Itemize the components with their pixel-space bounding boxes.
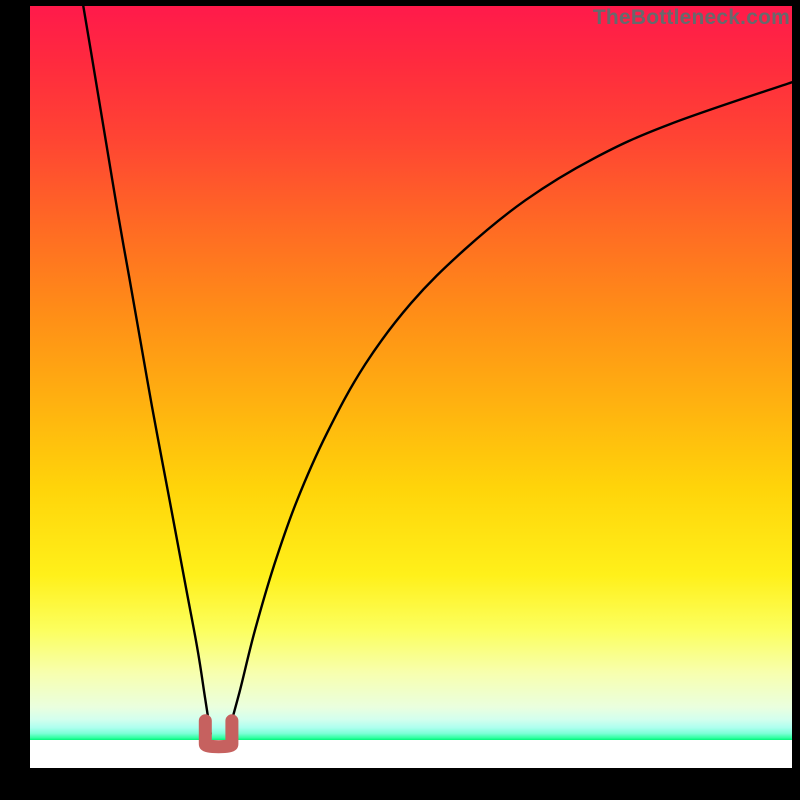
watermark-label: TheBottleneck.com	[593, 6, 790, 30]
plot-area	[30, 6, 792, 768]
curves-svg	[30, 6, 792, 768]
minimum-u-marker-icon	[205, 721, 232, 747]
right-curve	[228, 82, 792, 734]
chart-stage: TheBottleneck.com	[0, 0, 800, 800]
left-curve	[83, 6, 210, 734]
